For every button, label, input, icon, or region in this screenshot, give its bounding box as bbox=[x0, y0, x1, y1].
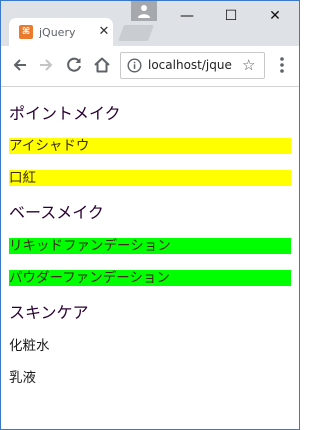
page-content: ポイントメイク アイシャドウ 口紅 ベースメイク リキッドファンデーション パウ… bbox=[1, 87, 299, 386]
minimize-button[interactable]: — bbox=[167, 1, 207, 31]
kebab-menu-icon bbox=[280, 57, 284, 73]
forward-arrow-icon bbox=[40, 59, 53, 71]
browser-tab[interactable]: ⌘ jQuery ✕ bbox=[9, 18, 113, 46]
info-icon[interactable] bbox=[127, 58, 142, 77]
reload-button[interactable] bbox=[63, 54, 85, 76]
menu-button[interactable] bbox=[273, 54, 291, 76]
section-heading: ベースメイク bbox=[9, 203, 104, 222]
star-icon[interactable]: ☆ bbox=[242, 55, 255, 75]
close-window-button[interactable]: ✕ bbox=[255, 1, 295, 31]
forward-button[interactable] bbox=[35, 54, 57, 76]
browser-window: ⌘ jQuery ✕ — ☐ ✕ localhost/jque ☆ ポイントメイ… bbox=[0, 0, 300, 430]
list-item: アイシャドウ bbox=[9, 138, 291, 154]
title-bar: ⌘ jQuery ✕ — ☐ ✕ bbox=[1, 1, 299, 46]
profile-icon bbox=[138, 5, 150, 18]
home-button[interactable] bbox=[91, 54, 113, 76]
tab-close-icon[interactable]: ✕ bbox=[97, 25, 111, 39]
back-arrow-icon bbox=[13, 59, 26, 71]
browser-toolbar: localhost/jque ☆ bbox=[1, 46, 299, 87]
maximize-button[interactable]: ☐ bbox=[211, 1, 251, 31]
new-tab-button[interactable] bbox=[118, 25, 154, 41]
home-icon bbox=[94, 57, 110, 73]
back-button[interactable] bbox=[9, 54, 31, 76]
list-item: 化粧水 bbox=[9, 338, 50, 354]
profile-button[interactable] bbox=[131, 1, 157, 21]
reload-icon bbox=[67, 57, 81, 72]
section-heading: ポイントメイク bbox=[9, 104, 121, 123]
list-item: 乳液 bbox=[9, 370, 36, 386]
section-heading: スキンケア bbox=[9, 303, 89, 322]
list-item: リキッドファンデーション bbox=[9, 238, 291, 254]
list-item: パウダーファンデーション bbox=[9, 270, 291, 286]
favicon-icon: ⌘ bbox=[19, 25, 33, 39]
tab-title: jQuery bbox=[39, 26, 76, 39]
address-bar[interactable]: localhost/jque ☆ bbox=[120, 52, 265, 79]
list-item: 口紅 bbox=[9, 170, 291, 186]
url-text[interactable]: localhost/jque bbox=[148, 58, 236, 73]
